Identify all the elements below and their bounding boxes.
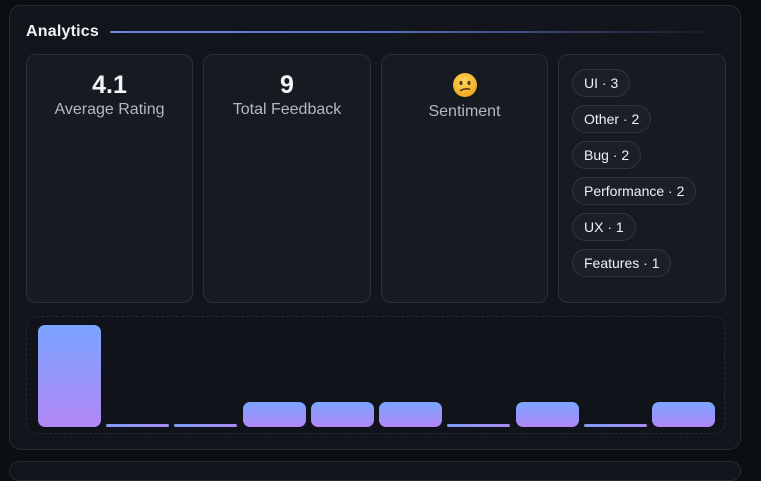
section-title: Analytics [26,23,99,40]
average-rating-label: Average Rating [54,101,165,118]
title-divider [109,31,726,33]
category-tag[interactable]: Performance · 2 [572,177,697,205]
average-rating-value: 4.1 [92,71,127,99]
chart-bar [105,424,169,427]
chart-bar [174,424,238,427]
chart-bar [310,401,374,427]
total-feedback-value: 9 [280,71,294,99]
chart-bar [515,401,579,427]
chart-bar [242,401,306,427]
category-tag[interactable]: UI · 3 [572,69,631,97]
analytics-header: Analytics [26,23,726,41]
category-tag-row: Other · 2 [572,105,725,141]
analytics-panel: Analytics 4.1 Average Rating 9 Total Fee… [9,5,741,450]
total-feedback-label: Total Feedback [232,101,342,118]
category-tag-row: Bug · 2 [572,141,725,177]
category-tag-list: UI · 3 Other · 2 Bug · 2 Performance · 2 UX … [559,55,725,285]
category-tag[interactable]: Bug · 2 [572,141,642,169]
chart-bars [35,323,718,427]
confused-face-icon [452,72,478,98]
chart-bar [379,401,443,427]
next-panel [9,461,741,481]
chart-bar [37,325,101,427]
average-rating-card: 4.1 Average Rating [26,54,193,303]
chart-bar [652,401,716,427]
total-feedback-card: 9 Total Feedback [203,54,371,303]
category-tag-row: UI · 3 [572,69,725,105]
categories-card: UI · 3 Other · 2 Bug · 2 Performance · 2 UX … [558,54,726,303]
category-tag-row: Features · 1 [572,249,725,285]
feedback-bar-chart [26,316,725,434]
sentiment-card: Sentiment [381,54,548,303]
category-tag[interactable]: UX · 1 [572,213,636,241]
category-tag[interactable]: Other · 2 [572,105,652,133]
chart-bar [584,424,648,427]
chart-bar [447,424,511,427]
category-tag-row: UX · 1 [572,213,725,249]
sentiment-label: Sentiment [428,103,501,120]
category-tag[interactable]: Features · 1 [572,249,672,277]
category-tag-row: Performance · 2 [572,177,725,213]
